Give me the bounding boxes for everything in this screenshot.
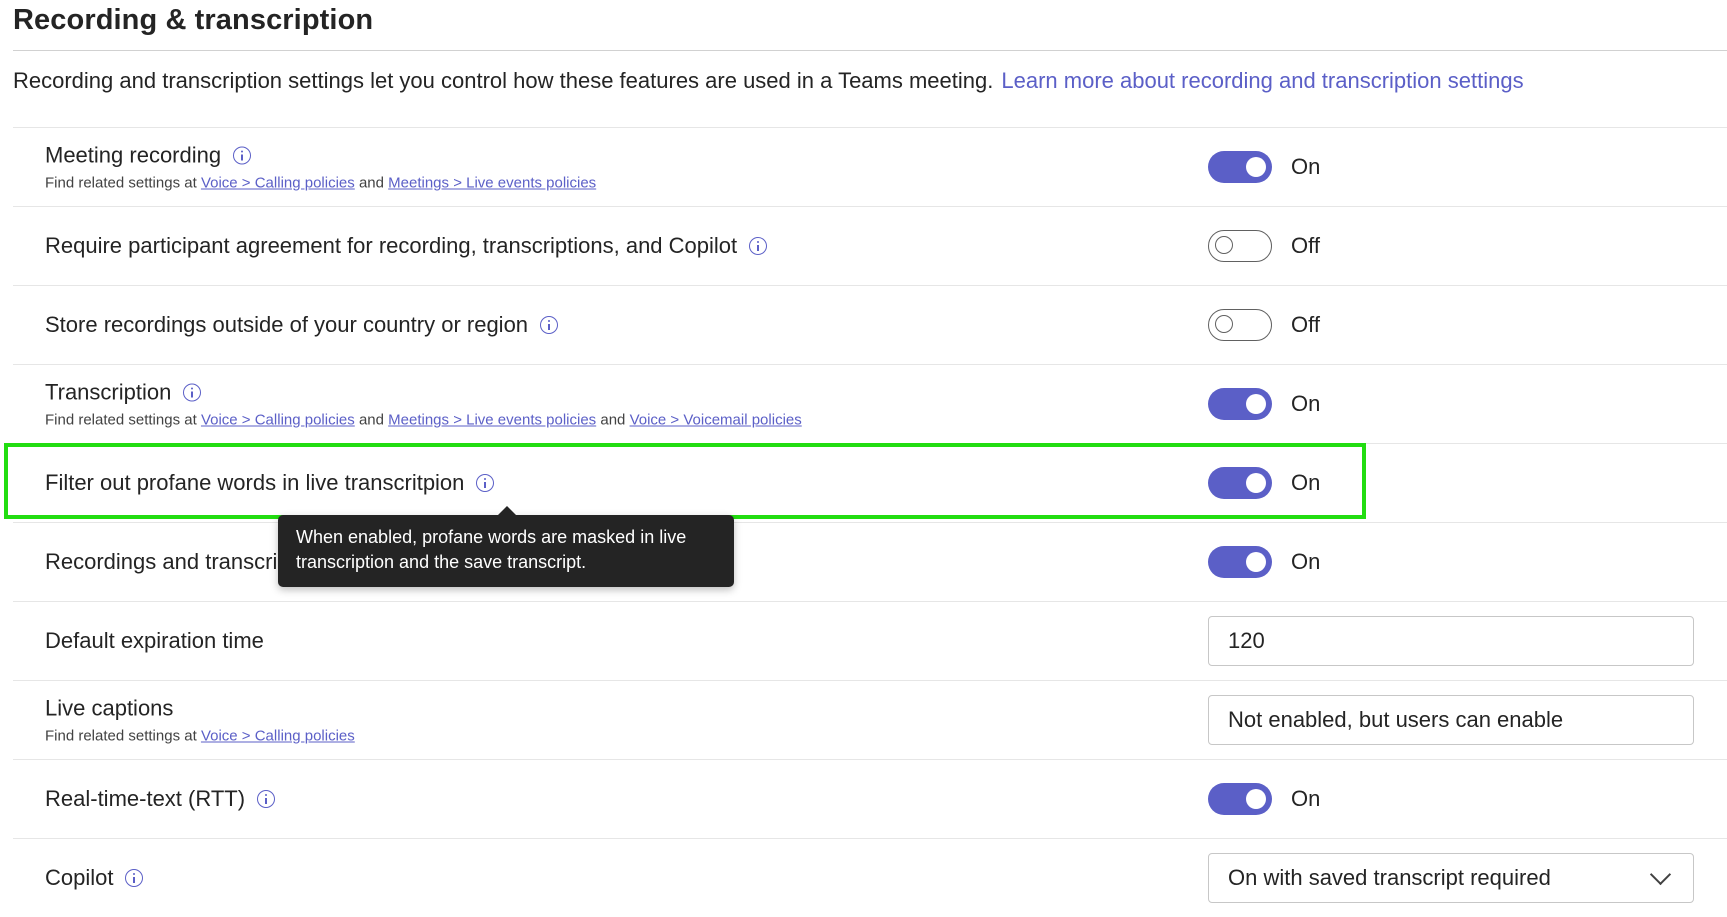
info-icon[interactable] xyxy=(476,474,495,492)
learn-more-link[interactable]: Learn more about recording and transcrip… xyxy=(1001,68,1523,93)
transcription-toggle[interactable] xyxy=(1208,388,1272,420)
setting-row-recordings-and-transcripts: Recordings and transcri On xyxy=(13,522,1727,601)
setting-label: Filter out profane words in live transcr… xyxy=(45,470,465,495)
meetings-live-events-policies-link[interactable]: Meetings > Live events policies xyxy=(388,175,596,192)
intro-description: Recording and transcription settings let… xyxy=(13,68,994,93)
toggle-state-label: Off xyxy=(1291,233,1320,258)
toggle-state-label: On xyxy=(1291,154,1321,179)
setting-label: Real-time-text (RTT) xyxy=(45,786,246,811)
info-icon[interactable] xyxy=(257,790,276,808)
toggle-state-label: On xyxy=(1291,470,1321,495)
toggle-knob xyxy=(1246,789,1266,809)
settings-list: Meeting recording Find related settings … xyxy=(13,127,1727,917)
setting-row-live-captions: Live captions Find related settings at V… xyxy=(13,680,1727,759)
store-recordings-outside-toggle[interactable] xyxy=(1208,309,1272,341)
voice-calling-policies-link[interactable]: Voice > Calling policies xyxy=(201,412,355,429)
select-value: Not enabled, but users can enable xyxy=(1228,707,1564,732)
related-settings: Find related settings at Voice > Calling… xyxy=(45,727,355,745)
toggle-knob xyxy=(1246,394,1266,414)
toggle-knob xyxy=(1246,552,1266,572)
setting-label: Require participant agreement for record… xyxy=(45,233,738,258)
setting-row-default-expiration-time: Default expiration time xyxy=(13,601,1727,680)
intro-text: Recording and transcription settings let… xyxy=(13,68,1524,94)
page-header: Recording & transcription xyxy=(13,0,1727,51)
toggle-knob xyxy=(1246,157,1266,177)
voice-calling-policies-link[interactable]: Voice > Calling policies xyxy=(201,728,355,745)
setting-row-real-time-text: Real-time-text (RTT) On xyxy=(13,759,1727,838)
setting-label: Recordings and transcri xyxy=(45,549,278,574)
info-tooltip: When enabled, profane words are masked i… xyxy=(278,506,734,587)
setting-label: Copilot xyxy=(45,865,114,890)
meetings-live-events-policies-link[interactable]: Meetings > Live events policies xyxy=(388,412,596,429)
info-icon[interactable] xyxy=(749,237,768,255)
setting-row-store-recordings-outside: Store recordings outside of your country… xyxy=(13,285,1727,364)
toggle-state-label: On xyxy=(1291,786,1321,811)
chevron-down-icon xyxy=(1649,863,1672,885)
meeting-recording-toggle[interactable] xyxy=(1208,151,1272,183)
toggle-state-label: On xyxy=(1291,391,1321,416)
related-settings: Find related settings at Voice > Calling… xyxy=(45,411,802,429)
dropdown-value: On with saved transcript required xyxy=(1228,865,1551,890)
page-title: Recording & transcription xyxy=(13,4,374,36)
toggle-knob xyxy=(1215,315,1233,333)
filter-profane-words-toggle[interactable] xyxy=(1208,467,1272,499)
toggle-knob xyxy=(1215,236,1233,254)
recordings-and-transcripts-toggle[interactable] xyxy=(1208,546,1272,578)
live-captions-select[interactable]: Not enabled, but users can enable xyxy=(1208,695,1694,745)
copilot-dropdown[interactable]: On with saved transcript required xyxy=(1208,853,1694,903)
info-icon[interactable] xyxy=(540,316,559,334)
setting-row-transcription: Transcription Find related settings at V… xyxy=(13,364,1727,443)
setting-label: Transcription xyxy=(45,379,172,405)
setting-row-filter-profane-words: Filter out profane words in live transcr… xyxy=(13,443,1727,522)
setting-row-meeting-recording: Meeting recording Find related settings … xyxy=(13,127,1727,206)
default-expiration-time-input[interactable] xyxy=(1208,616,1694,666)
toggle-knob xyxy=(1246,473,1266,493)
setting-label: Store recordings outside of your country… xyxy=(45,312,529,337)
info-icon[interactable] xyxy=(233,146,252,165)
setting-row-participant-agreement: Require participant agreement for record… xyxy=(13,206,1727,285)
real-time-text-toggle[interactable] xyxy=(1208,783,1272,815)
setting-row-copilot: Copilot On with saved transcript require… xyxy=(13,838,1727,917)
setting-label: Meeting recording xyxy=(45,142,222,168)
voice-calling-policies-link[interactable]: Voice > Calling policies xyxy=(201,175,355,192)
setting-label: Default expiration time xyxy=(45,628,264,653)
info-icon[interactable] xyxy=(125,869,144,887)
info-icon[interactable] xyxy=(183,383,202,402)
related-settings: Find related settings at Voice > Calling… xyxy=(45,174,597,192)
voice-voicemail-policies-link[interactable]: Voice > Voicemail policies xyxy=(630,412,802,429)
toggle-state-label: On xyxy=(1291,549,1321,574)
toggle-state-label: Off xyxy=(1291,312,1320,337)
participant-agreement-toggle[interactable] xyxy=(1208,230,1272,262)
setting-label: Live captions xyxy=(45,695,174,721)
